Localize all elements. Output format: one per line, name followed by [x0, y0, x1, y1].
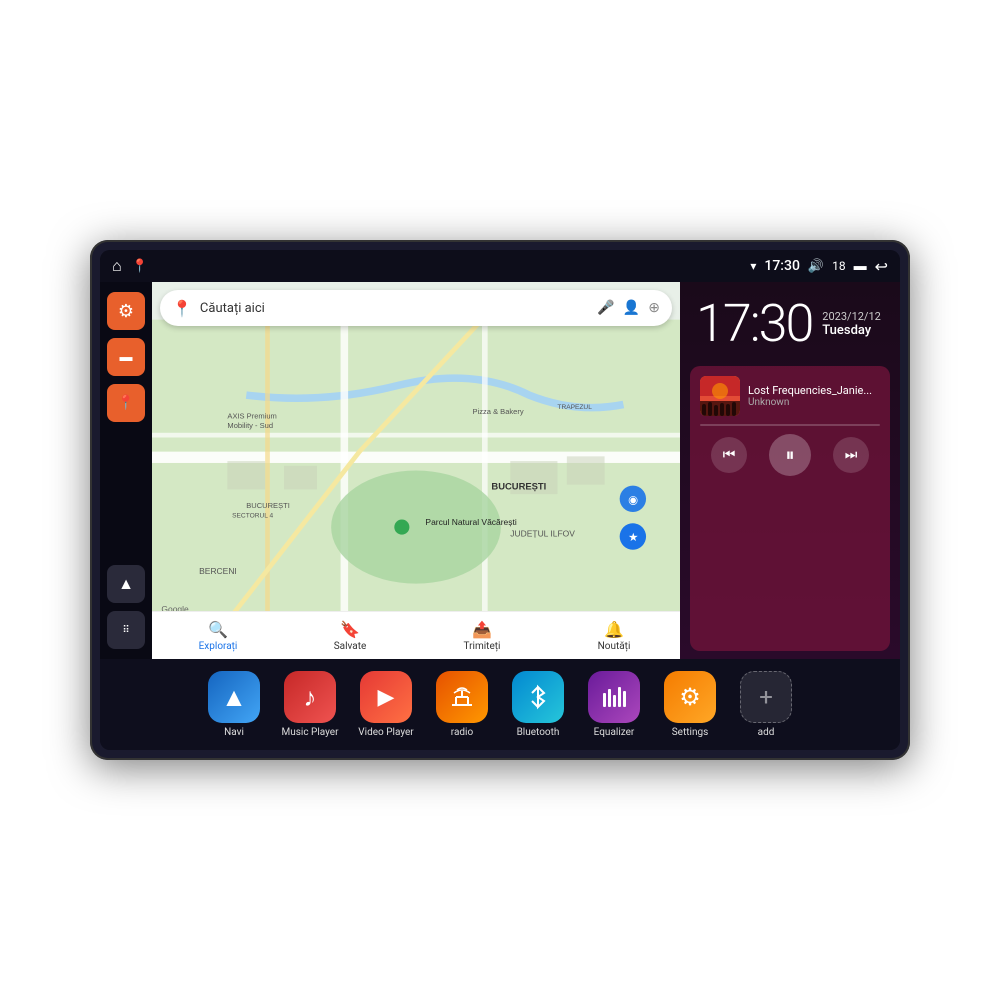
sidebar-btn-files[interactable]: ▬ — [107, 338, 145, 376]
map-layers-icon[interactable]: ⊕ — [648, 300, 660, 316]
svg-text:AXIS Premium: AXIS Premium — [227, 412, 276, 421]
svg-text:BUCUREȘTI: BUCUREȘTI — [491, 480, 546, 491]
app-item-navi[interactable]: ▲ Navi — [200, 671, 268, 738]
music-thumb-art — [700, 376, 740, 416]
home-icon[interactable]: ⌂ — [112, 256, 122, 276]
map-search-bar[interactable]: 📍 Căutați aici 🎤 👤 ⊕ — [160, 290, 672, 326]
svg-text:◉: ◉ — [628, 495, 638, 507]
equalizer-app-label: Equalizer — [594, 727, 635, 738]
wifi-icon: ▾ — [750, 259, 756, 273]
radio-app-label: radio — [451, 727, 473, 738]
status-time: 17:30 — [764, 258, 800, 274]
svg-text:BERCENI: BERCENI — [199, 566, 237, 576]
voice-search-icon[interactable]: 🎤 — [597, 300, 614, 316]
map-nav-explore[interactable]: 🔍 Explorați — [152, 620, 284, 652]
right-panel: 17:30 2023/12/12 Tuesday — [680, 282, 900, 659]
sidebar-btn-settings[interactable]: ⚙ — [107, 292, 145, 330]
bluetooth-app-icon — [512, 671, 564, 723]
radio-app-icon — [436, 671, 488, 723]
app-item-radio[interactable]: radio — [428, 671, 496, 738]
app-grid: ▲ Navi ♪ Music Player ▶ Video Player — [108, 671, 892, 738]
music-text: Lost Frequencies_Janie... Unknown — [748, 384, 880, 408]
video-app-icon: ▶ — [360, 671, 412, 723]
battery-level: 18 — [832, 259, 846, 273]
google-maps-pin-icon: 📍 — [172, 299, 192, 318]
app-item-bluetooth[interactable]: Bluetooth — [504, 671, 572, 738]
music-artist: Unknown — [748, 397, 880, 408]
sidebar: ⚙ ▬ 📍 ▲ ⠿ — [100, 282, 152, 659]
svg-text:JUDEȚUL ILFOV: JUDEȚUL ILFOV — [510, 529, 575, 539]
sidebar-btn-grid[interactable]: ⠿ — [107, 611, 145, 649]
clock-time: 17:30 — [696, 298, 812, 350]
add-app-label: add — [758, 727, 775, 738]
send-icon: 📤 — [472, 620, 492, 639]
saved-icon: 🔖 — [340, 620, 360, 639]
clock-widget: 17:30 2023/12/12 Tuesday — [680, 282, 900, 366]
music-app-icon: ♪ — [284, 671, 336, 723]
map-svg: Parcul Natural Văcărești AXIS Premium Mo… — [152, 282, 680, 659]
sidebar-btn-navi[interactable]: ▲ — [107, 565, 145, 603]
app-item-add[interactable]: + add — [732, 671, 800, 738]
svg-text:Mobility - Sud: Mobility - Sud — [227, 421, 273, 430]
map-nav-saved[interactable]: 🔖 Salvate — [284, 620, 416, 652]
svg-text:Pizza & Bakery: Pizza & Bakery — [473, 407, 524, 416]
main-content: ⚙ ▬ 📍 ▲ ⠿ — [100, 282, 900, 659]
svg-text:★: ★ — [628, 532, 638, 544]
app-item-settings[interactable]: ⚙ Settings — [656, 671, 724, 738]
device-screen: ⌂ 📍 ▾ 17:30 🔊 18 ▬ ↩ ⚙ ▬ 📍 ▲ — [100, 250, 900, 750]
status-left: ⌂ 📍 — [112, 256, 148, 276]
battery-icon: ▬ — [854, 258, 867, 274]
app-item-music[interactable]: ♪ Music Player — [276, 671, 344, 738]
settings-app-icon: ⚙ — [664, 671, 716, 723]
music-controls: ⏮ ⏸ ⏭ — [700, 434, 880, 476]
app-item-equalizer[interactable]: Equalizer — [580, 671, 648, 738]
center-area: Parcul Natural Văcărești AXIS Premium Mo… — [152, 282, 680, 659]
svg-text:Parcul Natural Văcărești: Parcul Natural Văcărești — [425, 517, 516, 527]
account-icon[interactable]: 👤 — [623, 300, 640, 316]
map-bottom-nav: 🔍 Explorați 🔖 Salvate 📤 Trimiteți � — [152, 611, 680, 659]
back-icon[interactable]: ↩ — [875, 257, 888, 276]
clock-date-full: 2023/12/12 — [822, 310, 881, 323]
clock-day: Tuesday — [822, 323, 881, 338]
sidebar-btn-map[interactable]: 📍 — [107, 384, 145, 422]
status-right: ▾ 17:30 🔊 18 ▬ ↩ — [750, 257, 888, 276]
music-progress-bar[interactable] — [700, 424, 880, 426]
music-info-row: Lost Frequencies_Janie... Unknown — [700, 376, 880, 416]
status-bar: ⌂ 📍 ▾ 17:30 🔊 18 ▬ ↩ — [100, 250, 900, 282]
car-display-device: ⌂ 📍 ▾ 17:30 🔊 18 ▬ ↩ ⚙ ▬ 📍 ▲ — [90, 240, 910, 760]
music-title: Lost Frequencies_Janie... — [748, 384, 880, 397]
video-app-label: Video Player — [358, 727, 413, 738]
bluetooth-app-label: Bluetooth — [517, 727, 560, 738]
music-prev-button[interactable]: ⏮ — [711, 437, 747, 473]
music-widget: Lost Frequencies_Janie... Unknown ⏮ ⏸ ⏭ — [690, 366, 890, 651]
map-widget[interactable]: Parcul Natural Văcărești AXIS Premium Mo… — [152, 282, 680, 659]
map-search-text: Căutați aici — [200, 301, 589, 316]
music-next-button[interactable]: ⏭ — [833, 437, 869, 473]
music-play-pause-button[interactable]: ⏸ — [769, 434, 811, 476]
explore-icon: 🔍 — [208, 620, 228, 639]
svg-text:TRAPEZUL: TRAPEZUL — [557, 404, 592, 411]
app-item-video[interactable]: ▶ Video Player — [352, 671, 420, 738]
music-thumbnail — [700, 376, 740, 416]
volume-icon: 🔊 — [808, 259, 824, 274]
add-app-icon: + — [740, 671, 792, 723]
settings-app-label: Settings — [672, 727, 709, 738]
map-nav-news[interactable]: 🔔 Noutăți — [548, 620, 680, 652]
svg-text:BUCUREȘTI: BUCUREȘTI — [246, 501, 290, 510]
clock-date: 2023/12/12 Tuesday — [822, 310, 881, 338]
app-grid-section: ▲ Navi ♪ Music Player ▶ Video Player — [100, 659, 900, 750]
news-icon: 🔔 — [604, 620, 624, 639]
map-pin-icon[interactable]: 📍 — [132, 259, 148, 274]
navi-app-label: Navi — [224, 727, 244, 738]
svg-text:SECTORUL 4: SECTORUL 4 — [232, 513, 273, 520]
equalizer-app-icon — [588, 671, 640, 723]
map-nav-send[interactable]: 📤 Trimiteți — [416, 620, 548, 652]
navi-app-icon: ▲ — [208, 671, 260, 723]
music-app-label: Music Player — [281, 727, 338, 738]
